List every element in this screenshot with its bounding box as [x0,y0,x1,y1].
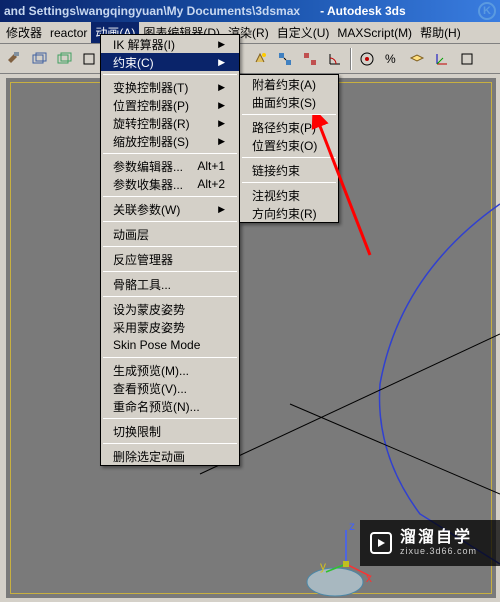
menu-separator [103,74,237,75]
menu-modifiers[interactable]: 修改器 [2,22,46,43]
menu-separator [103,296,237,297]
menu-item[interactable]: 反应管理器 [101,250,239,268]
menu-maxscript[interactable]: MAXScript(M) [333,24,416,42]
submenu-item[interactable]: 曲面约束(S) [240,93,338,111]
submenu-arrow-icon: ▶ [210,204,225,215]
tool-angle[interactable] [323,47,347,71]
animation-menu-popup: IK 解算器(I)▶约束(C)▶ 变换控制器(T)▶位置控制器(P)▶旋转控制器(… [100,34,240,466]
menu-separator [103,246,237,247]
menu-item[interactable]: 缩放控制器(S)▶ [101,132,239,150]
tool-box1[interactable] [27,47,51,71]
menu-customize[interactable]: 自定义(U) [273,22,334,43]
title-path: and Settings\wangqingyuan\My Documents\3… [4,4,300,18]
system-icon[interactable]: K [478,2,496,20]
submenu-arrow-icon: ▶ [210,82,225,93]
menu-item[interactable]: 位置控制器(P)▶ [101,96,239,114]
menu-separator [103,153,237,154]
menu-item[interactable]: 删除选定动画 [101,447,239,465]
submenu-item[interactable]: 方向约束(R) [240,204,338,222]
tool-create[interactable] [248,47,272,71]
menu-separator [242,114,336,115]
watermark-url: zixue.3d66.com [400,547,477,557]
menu-separator [242,157,336,158]
toolbar-right: % [246,44,500,74]
menu-item[interactable]: 参数收集器...Alt+2 [101,175,239,193]
tool-link[interactable] [273,47,297,71]
submenu-item[interactable]: 附着约束(A) [240,75,338,93]
menu-item[interactable]: 查看预览(V)... [101,379,239,397]
menu-item[interactable]: 骨骼工具... [101,275,239,293]
menu-separator [103,271,237,272]
submenu-item[interactable]: 位置约束(O) [240,136,338,154]
constraint-submenu-popup: 附着约束(A)曲面约束(S) 路径约束(P)位置约束(O) 链接约束注视约束方向约束… [239,74,339,223]
tool-box2[interactable] [52,47,76,71]
menu-item[interactable]: 采用蒙皮姿势 [101,318,239,336]
menu-item[interactable]: 变换控制器(T)▶ [101,78,239,96]
menu-separator [242,182,336,183]
menu-separator [103,418,237,419]
menu-separator [103,357,237,358]
submenu-arrow-icon: ▶ [210,118,225,129]
menu-item[interactable]: 约束(C)▶ [101,53,239,71]
watermark-brand: 溜溜自学 [400,529,477,547]
tool-misc[interactable] [455,47,479,71]
menubar: 修改器 reactor 动画(A) 图表编辑器(D) 渲染(R) 自定义(U) … [0,22,500,44]
submenu-arrow-icon: ▶ [210,57,225,68]
menu-item[interactable]: IK 解算器(I)▶ [101,35,239,53]
play-icon [370,532,392,554]
watermark: 溜溜自学 zixue.3d66.com [360,520,500,566]
menu-help[interactable]: 帮助(H) [416,22,465,43]
tool-hammer[interactable] [2,47,26,71]
menu-separator [103,443,237,444]
menu-item[interactable]: 设为蒙皮姿势 [101,300,239,318]
tool-render1[interactable] [355,47,379,71]
menu-shortcut: Alt+2 [189,177,225,191]
menu-shortcut: Alt+1 [189,159,225,173]
tool-box3[interactable] [77,47,101,71]
submenu-item[interactable]: 路径约束(P) [240,118,338,136]
menu-item[interactable]: 重命名预览(N)... [101,397,239,415]
menu-item[interactable]: 生成预览(M)... [101,361,239,379]
menu-item[interactable]: 参数编辑器...Alt+1 [101,157,239,175]
menu-item[interactable]: Skin Pose Mode [101,336,239,354]
menu-item[interactable]: 切换限制 [101,422,239,440]
menu-separator [103,196,237,197]
svg-text:%: % [385,52,396,66]
menu-separator [103,221,237,222]
menu-item[interactable]: 旋转控制器(R)▶ [101,114,239,132]
window-titlebar: and Settings\wangqingyuan\My Documents\3… [0,0,500,22]
submenu-arrow-icon: ▶ [210,100,225,111]
tool-axis[interactable] [430,47,454,71]
tool-percent[interactable]: % [380,47,404,71]
title-app: - Autodesk 3ds [320,4,406,18]
tool-layer[interactable] [405,47,429,71]
submenu-arrow-icon: ▶ [210,136,225,147]
toolbar-separator-2 [350,48,352,70]
menu-item[interactable]: 动画层 [101,225,239,243]
tool-unlink[interactable] [298,47,322,71]
submenu-arrow-icon: ▶ [210,39,225,50]
submenu-item[interactable]: 链接约束 [240,161,338,179]
menu-reactor[interactable]: reactor [46,24,91,42]
menu-item[interactable]: 关联参数(W)▶ [101,200,239,218]
submenu-item[interactable]: 注视约束 [240,186,338,204]
